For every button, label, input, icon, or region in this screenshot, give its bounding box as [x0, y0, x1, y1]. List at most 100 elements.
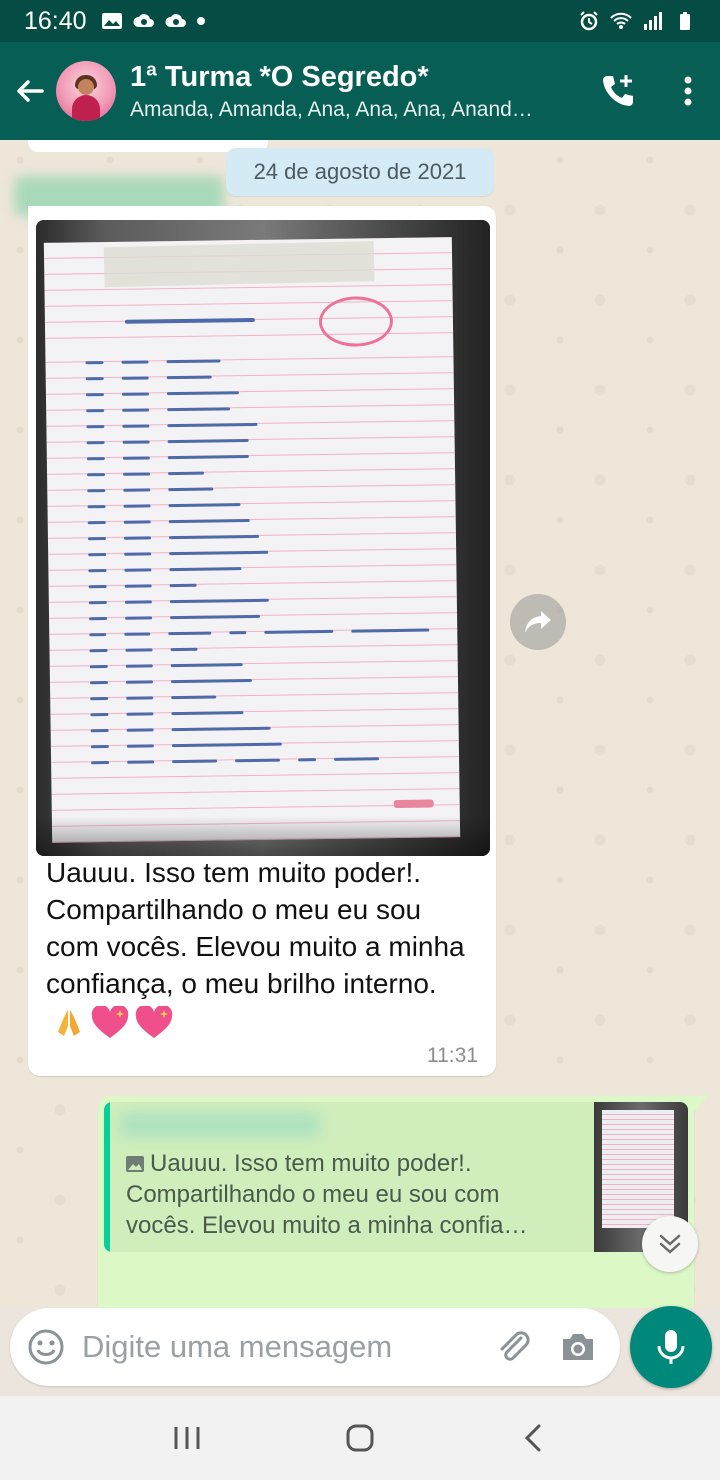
chevron-left-icon: [525, 1424, 541, 1452]
note-stamp: [318, 296, 394, 348]
handwriting-stroke: [170, 662, 243, 667]
handwriting-stroke: [167, 454, 249, 459]
kebab-menu-icon: [684, 76, 692, 106]
note-line: [91, 750, 431, 771]
sparkling-heart-icon: [91, 1005, 129, 1038]
handwriting-stroke: [90, 696, 109, 700]
handwriting-stroke: [90, 744, 109, 748]
handwriting-stroke: [91, 760, 110, 764]
handwriting-stroke: [170, 647, 198, 651]
folded-hands-icon: [58, 1009, 80, 1036]
notification-dot-icon: [196, 17, 205, 25]
handwriting-stroke: [167, 438, 249, 443]
microphone-icon: [657, 1330, 685, 1364]
handwriting-stroke: [88, 568, 107, 572]
camera-icon: [563, 1334, 593, 1360]
message-photo[interactable]: [36, 220, 490, 856]
gallery-icon: [101, 13, 122, 29]
add-call-icon: [603, 75, 633, 106]
quoted-message[interactable]: Uauuu. Isso tem muito poder!. Compartilh…: [104, 1102, 688, 1252]
handwriting-stroke: [171, 695, 217, 699]
handwriting-stroke: [334, 756, 380, 761]
recent-apps-icon: [174, 1427, 200, 1449]
emoji-button[interactable]: [10, 1308, 82, 1386]
chat-header: 1ª Turma *O Segredo* Amanda, Amanda, Ana…: [0, 42, 720, 140]
handwriting-stroke: [126, 711, 154, 716]
handwriting-stroke: [122, 439, 150, 444]
handwriting-stroke: [168, 487, 214, 491]
handwriting-stroke: [121, 375, 149, 380]
status-bar: 16:40: [0, 0, 720, 42]
handwriting-stroke: [123, 503, 151, 508]
handwriting-stroke: [87, 472, 106, 476]
handwriting-stroke: [85, 376, 104, 380]
emoji-group: [52, 1005, 174, 1040]
handwriting-stroke: [127, 759, 155, 764]
scroll-to-bottom-button[interactable]: [642, 1216, 698, 1272]
redacted-quoted-sender: [120, 1112, 320, 1138]
handwriting-stroke: [229, 630, 247, 634]
handwriting-stroke: [89, 680, 108, 684]
paper-brand-logo: [393, 799, 434, 809]
handwriting-stroke: [123, 519, 151, 524]
handwriting-stroke: [87, 520, 106, 524]
handwriting-stroke: [86, 408, 105, 412]
handwriting-stroke: [168, 471, 205, 475]
handwriting-stroke: [124, 567, 152, 572]
system-back-button[interactable]: [503, 1408, 563, 1468]
forward-arrow-icon: [525, 611, 551, 633]
handwriting-stroke: [166, 375, 212, 379]
back-button[interactable]: [4, 42, 56, 140]
date-divider: 24 de agosto de 2021: [226, 148, 494, 196]
handwriting-stroke: [172, 759, 218, 763]
handwriting-stroke: [124, 599, 152, 604]
handwriting-stroke: [124, 551, 152, 556]
handwriting-stroke: [123, 471, 151, 476]
handwriting-stroke: [125, 663, 153, 668]
handwriting-stroke: [125, 679, 153, 684]
menu-button[interactable]: [658, 42, 718, 140]
handwriting-stroke: [125, 647, 153, 652]
forward-button[interactable]: [510, 594, 566, 650]
handwriting-stroke: [168, 534, 259, 539]
incoming-message[interactable]: Uauuu. Isso tem muito poder!. Compartilh…: [28, 206, 496, 1076]
handwriting-stroke: [167, 422, 258, 427]
group-avatar[interactable]: [56, 61, 116, 121]
chat-info[interactable]: 1ª Turma *O Segredo* Amanda, Amanda, Ana…: [130, 61, 570, 122]
voice-message-button[interactable]: [630, 1306, 712, 1388]
handwriting-stroke: [171, 726, 271, 731]
handwriting-stroke: [170, 614, 261, 619]
handwriting-stroke: [89, 664, 108, 668]
add-call-button[interactable]: [588, 42, 648, 140]
handwriting-stroke: [170, 678, 252, 683]
note-heading: [124, 317, 255, 324]
alarm-icon: [580, 11, 598, 31]
handwriting-stroke: [123, 535, 151, 540]
handwriting-stroke: [235, 758, 281, 762]
handwriting-stroke: [298, 757, 317, 761]
handwriting-stroke: [87, 488, 106, 492]
chat-area[interactable]: 24 de agosto de 2021 Uauuu. Isso tem mui…: [0, 140, 720, 1308]
attach-button[interactable]: [484, 1308, 544, 1386]
message-text: Uauuu. Isso tem muito poder!. Compartilh…: [46, 854, 476, 1040]
handwriting-stroke: [89, 616, 108, 620]
handwriting-stroke: [126, 727, 154, 732]
signal-icon: [644, 12, 662, 30]
camera-button[interactable]: [548, 1308, 608, 1386]
handwriting-stroke: [122, 455, 150, 460]
handwriting-stroke: [90, 728, 109, 732]
outgoing-message[interactable]: Uauuu. Isso tem muito poder!. Compartilh…: [98, 1096, 708, 1308]
handwriting-stroke: [169, 583, 197, 587]
handwriting-stroke: [171, 710, 244, 715]
handwriting-stroke: [126, 743, 154, 748]
handwriting-stroke: [89, 648, 108, 652]
home-button[interactable]: [330, 1408, 390, 1468]
handwriting-stroke: [87, 504, 106, 508]
handwriting-stroke: [125, 615, 153, 620]
message-time: 11:31: [427, 1044, 478, 1067]
handwriting-stroke: [88, 584, 107, 588]
cloud-sync-icon: [133, 14, 154, 27]
wifi-icon: [610, 12, 632, 29]
recent-apps-button[interactable]: [157, 1408, 217, 1468]
message-input[interactable]: [82, 1329, 472, 1365]
